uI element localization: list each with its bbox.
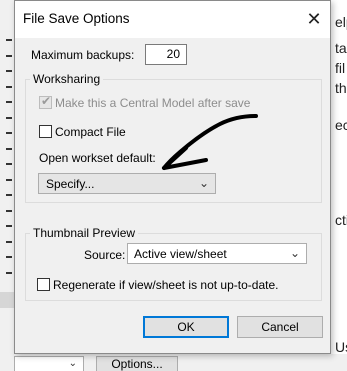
annotation-arrow-icon (162, 114, 258, 170)
